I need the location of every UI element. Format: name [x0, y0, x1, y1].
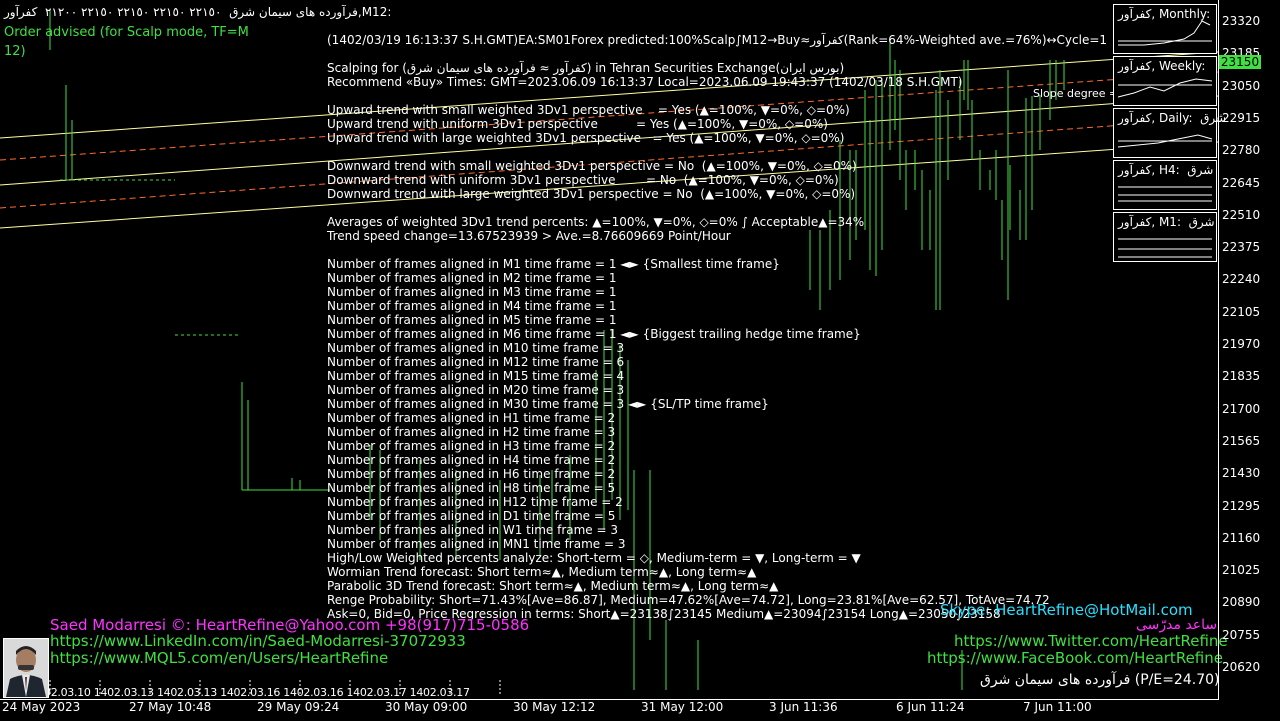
- price-tick-label: 22645: [1222, 175, 1261, 190]
- scalping-line: Scalping for (کفرآور ≈ فرآورده های سیمان…: [327, 61, 845, 75]
- upward-trend-uniform: Upward trend with uniform 3Dv1 perspecti…: [327, 117, 828, 131]
- order-advice-tf: 12): [4, 44, 26, 59]
- frames-aligned-row: Number of frames aligned in H4 time fram…: [327, 453, 616, 467]
- parabolic-forecast: Parabolic 3D Trend forecast: Short term≈…: [327, 579, 779, 593]
- time-tick-label: 24 May 2023: [2, 700, 81, 714]
- frames-aligned-row: Number of frames aligned in M30 time fra…: [327, 397, 769, 411]
- period-separator-labels: 10 1402.03.10 1402.03.13 1402.03.13 1402…: [14, 686, 470, 699]
- frames-aligned-row: Number of frames aligned in D1 time fram…: [327, 509, 616, 523]
- mini-chart-graph: [1117, 78, 1213, 98]
- frames-aligned-row: Number of frames aligned in M3 time fram…: [327, 285, 617, 299]
- twitter-link[interactable]: https://www.Twitter.com/HeartRefine: [954, 633, 1228, 650]
- facebook-link[interactable]: https://www.FaceBook.com/HeartRefine: [927, 650, 1223, 667]
- mini-chart-h4[interactable]: کفرآور, H4: شرق: [1113, 160, 1217, 210]
- price-tick-label: 23050: [1222, 78, 1261, 93]
- chart-title: فرآورده های سیمان شرق ٢٢١٥٠ ٢٢١٥٠ ٢٢١٥٠ …: [4, 5, 392, 19]
- frames-aligned-row: Number of frames aligned in M12 time fra…: [327, 355, 625, 369]
- frames-aligned-row: Number of frames aligned in H12 time fra…: [327, 495, 623, 509]
- time-tick-label: 7 Jun 11:00: [1023, 700, 1092, 714]
- mini-chart-m1[interactable]: کفرآور, M1: شرق: [1113, 212, 1217, 262]
- price-tick-label: 21025: [1222, 563, 1261, 578]
- author-name-fa: ساعد مدرّسی: [1136, 617, 1218, 633]
- price-tick-label: 20890: [1222, 595, 1261, 610]
- frames-aligned-row: Number of frames aligned in M4 time fram…: [327, 299, 617, 313]
- frames-aligned-row: Number of frames aligned in M10 time fra…: [327, 341, 625, 355]
- upward-trend-large: Upward trend with large weighted 3Dv1 pe…: [327, 131, 845, 145]
- mini-chart-daily[interactable]: کفرآور, Daily: شرق: [1113, 108, 1226, 158]
- price-tick-label: 21160: [1222, 530, 1261, 545]
- frames-aligned-row: Number of frames aligned in H1 time fram…: [327, 411, 616, 425]
- mini-chart-graph: [1117, 134, 1213, 148]
- frames-aligned-row: Number of frames aligned in H2 time fram…: [327, 425, 616, 439]
- price-tick-label: 22375: [1222, 240, 1261, 255]
- upward-trend-small: Upward trend with small weighted 3Dv1 pe…: [327, 103, 850, 117]
- linkedin-link[interactable]: https://www.LinkedIn.com/in/Saed-Modarre…: [50, 633, 466, 650]
- mini-chart-graph: [1118, 20, 1212, 46]
- price-tick-label: 21295: [1222, 498, 1261, 513]
- price-tick-label: 21835: [1222, 369, 1261, 384]
- frames-aligned-row: Number of frames aligned in M5 time fram…: [327, 313, 617, 327]
- mini-chart-graph: [1118, 186, 1212, 202]
- price-tick-label: 21565: [1222, 433, 1261, 448]
- frames-aligned-row: Number of frames aligned in H6 time fram…: [327, 467, 616, 481]
- time-tick-label: 27 May 10:48: [129, 700, 212, 714]
- current-price-tag: 23150: [1219, 55, 1261, 69]
- wormian-forecast: Wormian Trend forecast: Short term≈▲, Me…: [327, 565, 757, 579]
- price-tick-label: 21430: [1222, 466, 1261, 481]
- price-tick-label: 23320: [1222, 14, 1261, 28]
- frames-aligned-row: Number of frames aligned in H3 time fram…: [327, 439, 616, 453]
- price-tick-label: 20620: [1222, 660, 1261, 674]
- frames-aligned-row: Number of frames aligned in MN1 time fra…: [327, 537, 626, 551]
- trend-speed: Trend speed change=13.67523939 > Ave.=8.…: [327, 229, 731, 243]
- downward-trend-small: Downward trend with small weighted 3Dv1 …: [327, 159, 857, 173]
- time-tick-label: 29 May 09:24: [257, 700, 340, 714]
- price-tick-label: 21700: [1222, 401, 1261, 416]
- price-tick-label: 22780: [1222, 143, 1261, 158]
- downward-trend-large: Downward trend with large weighted 3Dv1 …: [327, 187, 856, 201]
- mini-chart-graph: [1118, 238, 1212, 258]
- price-tick-label: 22915: [1222, 110, 1261, 125]
- order-advice: Order advised (for Scalp mode, TF=M: [4, 25, 249, 40]
- frames-aligned-row: Number of frames aligned in M1 time fram…: [327, 257, 780, 271]
- trend-averages: Averages of weighted 3Dv1 trend percents…: [327, 215, 865, 229]
- frames-aligned-row: Number of frames aligned in W1 time fram…: [327, 523, 619, 537]
- frames-aligned-row: Number of frames aligned in M2 time fram…: [327, 271, 617, 285]
- author-avatar: [3, 638, 49, 698]
- frames-aligned-row: Number of frames aligned in M20 time fra…: [327, 383, 625, 397]
- downward-trend-uniform: Downward trend with uniform 3Dv1 perspec…: [327, 173, 839, 187]
- time-tick-label: 6 Jun 11:24: [896, 700, 965, 714]
- time-tick-label: 30 May 12:12: [513, 700, 596, 714]
- mql5-link[interactable]: https://www.MQL5.com/en/Users/HeartRefin…: [50, 650, 388, 667]
- price-tick-label: 22240: [1222, 272, 1261, 287]
- price-tick-label: 21970: [1222, 337, 1261, 351]
- ea-prediction-line: (1402/03/19 16:13:37 S.H.GMT)EA:SM01Fore…: [327, 33, 1108, 47]
- price-tick-label: 20755: [1222, 627, 1261, 642]
- mini-chart-monthly[interactable]: کفرآور, Monthly:: [1113, 4, 1217, 54]
- time-tick-label: 3 Jun 11:36: [769, 700, 838, 714]
- pe-ratio: فرآورده های سیمان شرق (P/E=24.70): [980, 672, 1220, 688]
- price-tick-label: 22510: [1222, 207, 1261, 222]
- time-tick-label: 31 May 12:00: [641, 700, 724, 714]
- frames-aligned-row: Number of frames aligned in M15 time fra…: [327, 369, 625, 383]
- recommend-line: Recommend «Buy» Times: GMT=2023.06.09 16…: [327, 75, 963, 89]
- price-tick-label: 22105: [1222, 304, 1261, 319]
- highlow-analysis: High/Low Weighted percents analyze: Shor…: [327, 551, 861, 565]
- frames-aligned-row: Number of frames aligned in M6 time fram…: [327, 327, 861, 341]
- time-tick-label: 30 May 09:00: [385, 700, 468, 714]
- mini-chart-weekly[interactable]: کفرآور, Weekly:: [1113, 56, 1217, 106]
- frames-aligned-row: Number of frames aligned in H8 time fram…: [327, 481, 616, 495]
